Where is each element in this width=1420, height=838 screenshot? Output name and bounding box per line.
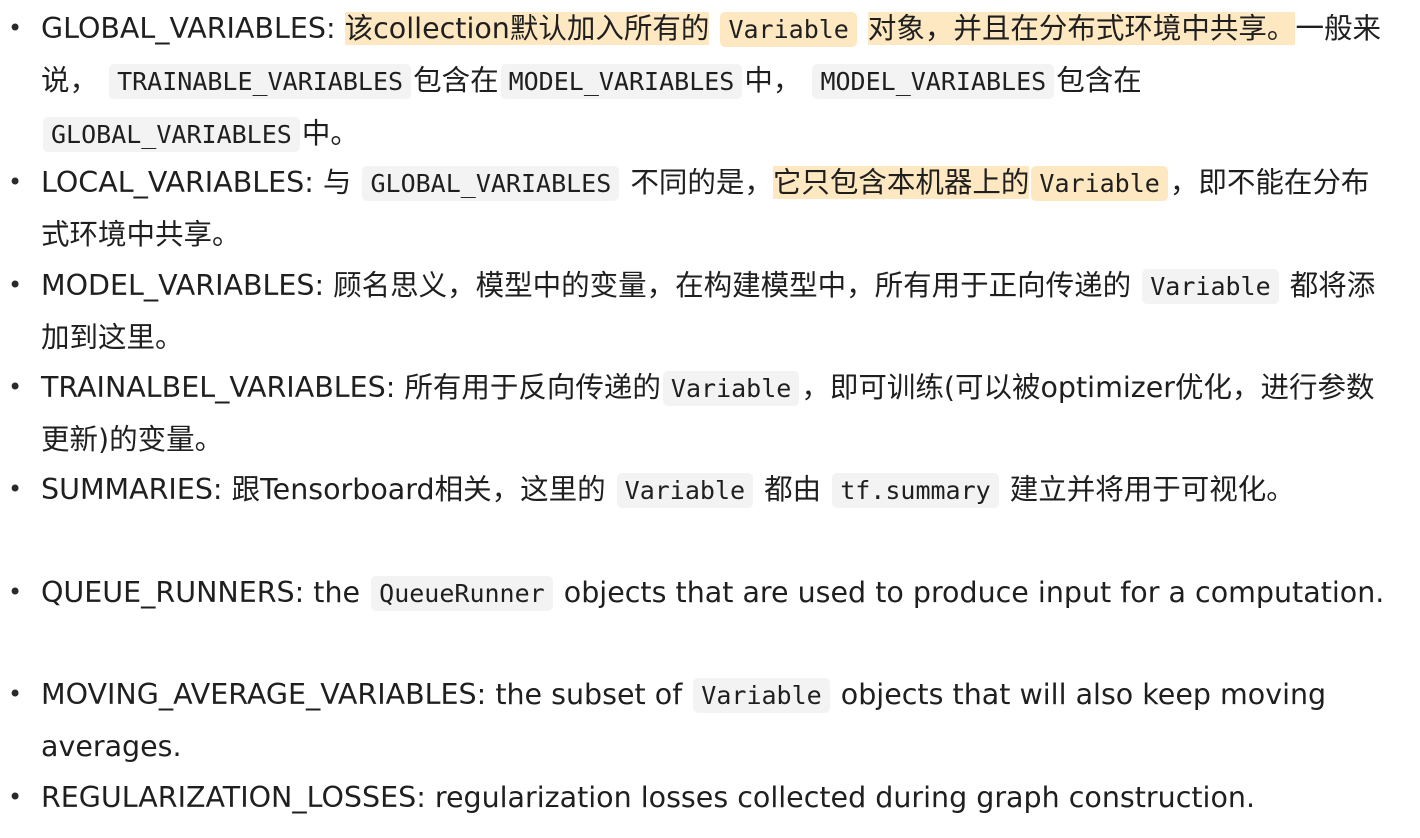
bullet: •	[8, 578, 23, 606]
inline-code: MODEL_VARIABLES	[500, 64, 743, 100]
inline-code: TRAINABLE_VARIABLES	[109, 64, 412, 100]
item-text: 建立并将用于可视化。	[1009, 473, 1295, 506]
inline-code: Variable	[1031, 166, 1168, 201]
item-text: objects that are used to produce input f…	[563, 576, 1385, 609]
item-text: 不同的是，	[630, 166, 773, 199]
highlighted-text: 它只包含本机器上的	[772, 166, 1030, 199]
item-text: 顾名思义，模型中的变量，在构建模型中，所有用于正向传递的	[333, 269, 1132, 302]
item-key: MODEL_VARIABLES:	[41, 269, 325, 302]
item-key: LOCAL_VARIABLES:	[41, 166, 314, 199]
item-text: 所有用于反向传递的	[404, 371, 661, 404]
item-text: 中。	[301, 116, 359, 150]
item-text: the	[313, 576, 361, 609]
item-text: regularization losses collected during g…	[434, 781, 1256, 814]
item-key: QUEUE_RUNNERS:	[41, 576, 305, 609]
inline-code: Variable	[720, 12, 857, 47]
item-text: 包含在	[1056, 64, 1142, 98]
bullet: •	[8, 475, 23, 503]
inline-code: MODEL_VARIABLES	[812, 64, 1055, 100]
item-text: 中，	[744, 64, 802, 98]
item-key: GLOBAL_VARIABLES:	[41, 12, 336, 45]
list-item-model-variables: • MODEL_VARIABLES: 顾名思义，模型中的变量，在构建模型中，所有…	[8, 260, 1386, 364]
list-item-regularization-losses: • REGULARIZATION_LOSSES: regularization …	[8, 772, 1386, 823]
bullet: •	[8, 168, 23, 196]
inline-code: Variable	[662, 371, 800, 406]
bullet: •	[8, 783, 23, 811]
inline-code: GLOBAL_VARIABLES	[43, 116, 300, 152]
item-text: the subset of	[495, 678, 683, 711]
highlighted-text: 该collection默认加入所有的	[344, 12, 710, 45]
item-key: TRAINALBEL_VARIABLES:	[41, 371, 396, 404]
highlighted-text: 对象，并且在分布式环境中共享。	[867, 12, 1296, 45]
inline-code: Variable	[1142, 269, 1279, 304]
item-key: SUMMARIES:	[41, 473, 223, 506]
item-text: 跟Tensorboard相关，这里的	[231, 473, 606, 506]
inline-code: tf.summary	[832, 473, 999, 508]
list-item-global-variables: • GLOBAL_VARIABLES: 该collection默认加入所有的 V…	[8, 3, 1386, 160]
list-item-trainable-variables: • TRAINALBEL_VARIABLES: 所有用于反向传递的 Variabl…	[8, 362, 1386, 466]
item-key: REGULARIZATION_LOSSES:	[41, 781, 426, 814]
bullet: •	[8, 14, 23, 42]
inline-code: Variable	[616, 473, 754, 508]
list-item-moving-average-variables: • MOVING_AVERAGE_VARIABLES: the subset o…	[8, 669, 1386, 773]
inline-code: Variable	[693, 678, 830, 713]
item-text: 都由	[764, 473, 822, 506]
bullet: •	[8, 271, 23, 299]
item-text: 与	[322, 166, 352, 199]
inline-code: QueueRunner	[371, 576, 553, 611]
bullet: •	[8, 373, 23, 401]
list-item-local-variables: • LOCAL_VARIABLES: 与 GLOBAL_VARIABLES 不同…	[8, 157, 1386, 261]
document-page: • GLOBAL_VARIABLES: 该collection默认加入所有的 V…	[0, 0, 1420, 838]
list-item-summaries: • SUMMARIES: 跟Tensorboard相关，这里的 Variable…	[8, 464, 1386, 516]
list-item-queue-runners: • QUEUE_RUNNERS: the QueueRunner objects…	[8, 567, 1386, 619]
bullet: •	[8, 680, 23, 708]
inline-code: GLOBAL_VARIABLES	[362, 166, 620, 201]
item-text: 包含在	[413, 64, 499, 98]
item-key: MOVING_AVERAGE_VARIABLES:	[41, 678, 487, 711]
